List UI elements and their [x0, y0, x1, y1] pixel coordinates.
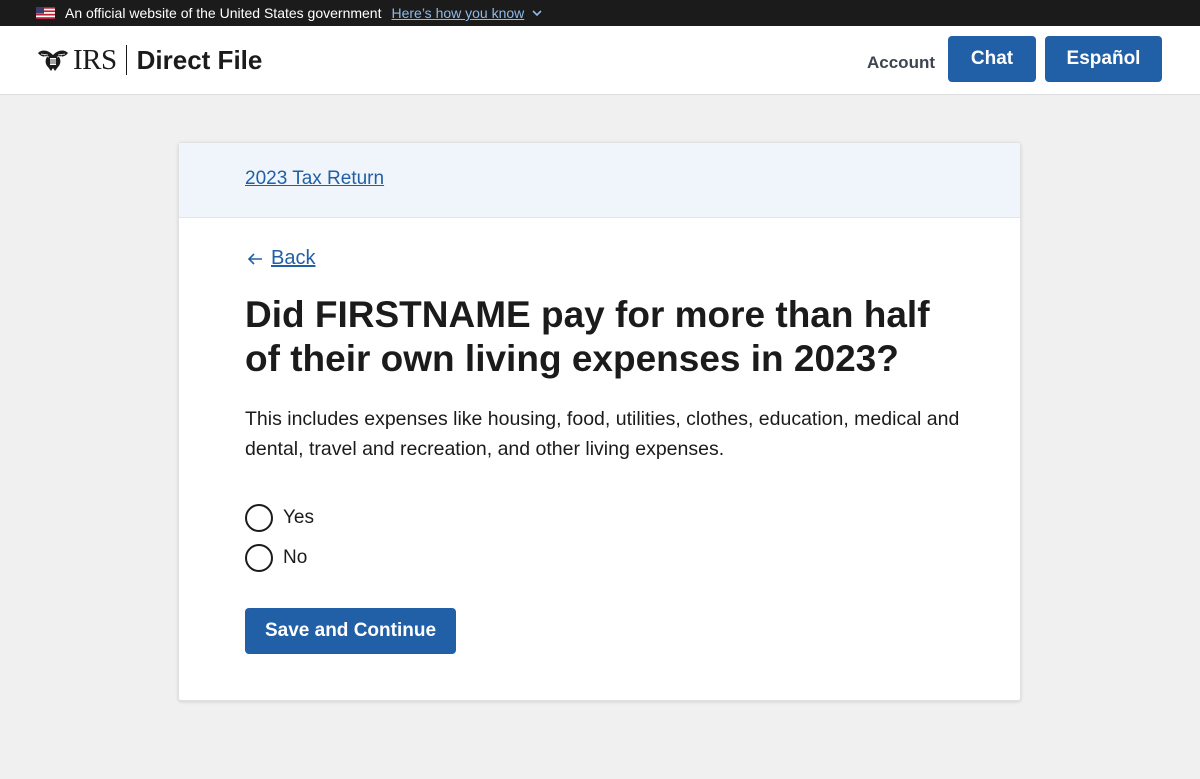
card-header: 2023 Tax Return: [179, 143, 1020, 218]
question-hint: This includes expenses like housing, foo…: [245, 408, 960, 460]
site-header: IRS Direct File Account Chat Español: [0, 26, 1200, 95]
back-label: Back: [271, 247, 316, 269]
how-you-know-label: Here’s how you know: [391, 5, 525, 21]
chat-button[interactable]: Chat: [948, 36, 1036, 82]
radio-yes[interactable]: Yes: [245, 504, 314, 532]
irs-wordmark: IRS: [73, 43, 117, 76]
how-you-know-link[interactable]: Here’s how you know: [391, 5, 542, 21]
product-name: Direct File: [136, 45, 263, 75]
radio-circle-icon[interactable]: [245, 504, 273, 532]
us-flag-icon: [36, 7, 55, 19]
radio-yes-label[interactable]: Yes: [283, 507, 314, 529]
question-card: 2023 Tax Return Back Did FIRSTNAME pay f…: [178, 142, 1021, 701]
irs-eagle-icon: [38, 50, 68, 71]
irs-direct-file-logo[interactable]: IRS Direct File: [36, 44, 262, 76]
question-heading: Did FIRSTNAME pay for more than half of …: [245, 294, 930, 379]
gov-banner-text: An official website of the United States…: [65, 5, 382, 21]
logo-divider: [125, 45, 127, 75]
account-link[interactable]: Account: [867, 53, 935, 73]
chevron-down-icon: [532, 10, 542, 17]
back-link[interactable]: Back: [247, 247, 315, 270]
arrow-left-icon: [247, 252, 262, 265]
espanol-button[interactable]: Español: [1045, 36, 1162, 82]
tax-return-breadcrumb[interactable]: 2023 Tax Return: [245, 168, 384, 190]
save-and-continue-button[interactable]: Save and Continue: [245, 608, 456, 654]
radio-no[interactable]: No: [245, 544, 307, 572]
radio-circle-icon[interactable]: [245, 544, 273, 572]
radio-no-label[interactable]: No: [283, 547, 307, 569]
gov-banner: An official website of the United States…: [0, 0, 1200, 26]
